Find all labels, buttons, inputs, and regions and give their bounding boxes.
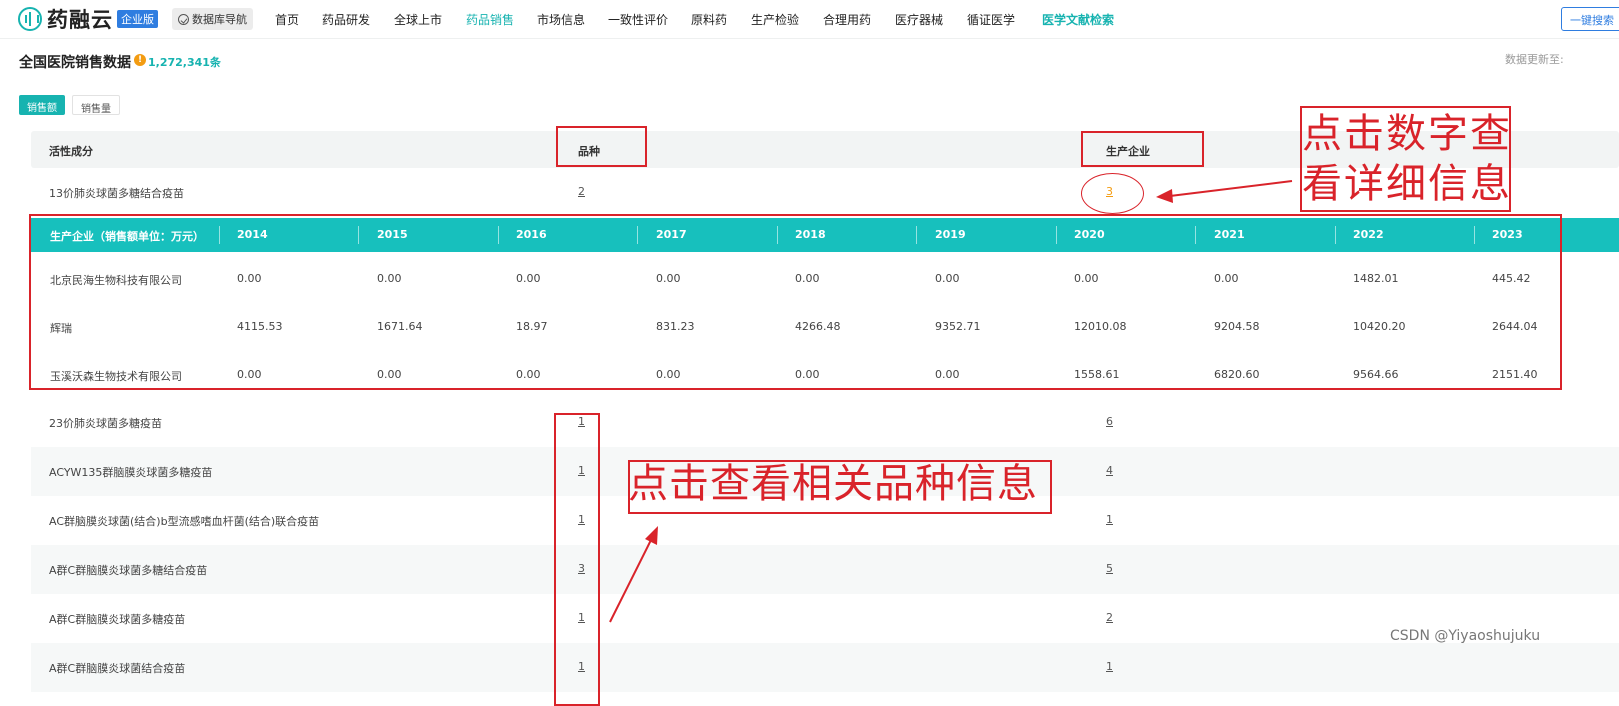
- tab-sales-volume[interactable]: 销售量: [72, 95, 120, 115]
- annotation-box-detail-table: [29, 214, 1562, 390]
- nav-item-home[interactable]: 首页: [275, 11, 299, 28]
- manufacturer-count-link[interactable]: 1: [1106, 513, 1113, 526]
- record-count: 1,272,341条: [148, 56, 221, 69]
- compass-icon: [178, 13, 189, 25]
- nav-item-medical-devices[interactable]: 医疗器械: [895, 11, 943, 28]
- annotation-box-variety-header: [556, 126, 647, 167]
- edition-badge: 企业版: [117, 10, 158, 28]
- nav-item-evidence-medicine[interactable]: 循证医学: [967, 11, 1015, 28]
- variety-count-link[interactable]: 2: [578, 185, 585, 198]
- ingredient-name: ACYW135群脑膜炎球菌多糖疫苗: [49, 466, 213, 479]
- nav-item-literature-search[interactable]: 医学文献检索: [1042, 11, 1114, 28]
- page-title: 全国医院销售数据: [19, 55, 131, 71]
- ingredient-name: A群C群脑膜炎球菌多糖结合疫苗: [49, 564, 208, 577]
- nav-item-production-inspection[interactable]: 生产检验: [751, 11, 799, 28]
- info-icon[interactable]: !: [134, 54, 146, 66]
- table-row: 23价肺炎球菌多糖疫苗 1 6: [31, 398, 1619, 447]
- nav-item-drug-sales[interactable]: 药品销售: [466, 11, 514, 28]
- manufacturer-count-link[interactable]: 4: [1106, 464, 1113, 477]
- logo-icon: [18, 7, 42, 31]
- nav-item-market-info[interactable]: 市场信息: [537, 11, 585, 28]
- table-row: A群C群脑膜炎球菌多糖结合疫苗 3 5: [31, 545, 1619, 594]
- nav-item-global-launch[interactable]: 全球上市: [394, 11, 442, 28]
- annotation-click-number-line1: 点击数字查: [1302, 111, 1512, 157]
- database-nav-button[interactable]: 数据库导航: [172, 8, 253, 30]
- watermark: CSDN @Yiyaoshujuku: [1390, 628, 1541, 644]
- ingredient-name: 23价肺炎球菌多糖疫苗: [49, 417, 162, 430]
- column-header-ingredient[interactable]: 活性成分: [49, 143, 93, 159]
- table-row: A群C群脑膜炎球菌结合疫苗 1 1: [31, 643, 1619, 692]
- manufacturer-count-link[interactable]: 6: [1106, 415, 1113, 428]
- annotation-click-number-line2: 看详细信息: [1302, 161, 1512, 207]
- ingredient-name: A群C群脑膜炎球菌多糖疫苗: [49, 613, 186, 626]
- nav-item-drug-rd[interactable]: 药品研发: [322, 11, 370, 28]
- nav-item-consistency-eval[interactable]: 一致性评价: [608, 11, 668, 28]
- ingredient-name: A群C群脑膜炎球菌结合疫苗: [49, 662, 186, 675]
- annotation-box-manufacturer-header: [1081, 131, 1204, 167]
- database-nav-label: 数据库导航: [192, 13, 247, 26]
- manufacturer-count-link[interactable]: 1: [1106, 660, 1113, 673]
- annotation-ellipse: [1081, 173, 1144, 214]
- logo[interactable]: 药融云 企业版: [18, 5, 158, 33]
- page-header: 全国医院销售数据 ! 1,272,341条 数据更新至:: [0, 40, 1619, 80]
- data-updated-label: 数据更新至:: [1505, 53, 1564, 66]
- quick-search-button[interactable]: 一键搜索: [1561, 7, 1619, 31]
- top-nav: 药融云 企业版 数据库导航 首页 药品研发 全球上市 药品销售 市场信息 一致性…: [0, 0, 1619, 39]
- annotation-box-variety-column: [554, 413, 600, 706]
- tab-sales-amount[interactable]: 销售额: [19, 95, 65, 115]
- nav-item-rational-drug-use[interactable]: 合理用药: [823, 11, 871, 28]
- logo-text: 药融云: [47, 8, 113, 32]
- table-row: A群C群脑膜炎球菌多糖疫苗 1 2: [31, 594, 1619, 643]
- nav-item-api[interactable]: 原料药: [691, 11, 727, 28]
- annotation-click-variety: 点击查看相关品种信息: [628, 461, 1038, 507]
- ingredient-name: AC群脑膜炎球菌(结合)b型流感嗜血杆菌(结合)联合疫苗: [49, 515, 320, 528]
- manufacturer-count-link[interactable]: 5: [1106, 562, 1113, 575]
- page: 药融云 企业版 数据库导航 首页 药品研发 全球上市 药品销售 市场信息 一致性…: [0, 0, 1619, 706]
- ingredient-name: 13价肺炎球菌多糖结合疫苗: [49, 187, 184, 200]
- manufacturer-count-link[interactable]: 2: [1106, 611, 1113, 624]
